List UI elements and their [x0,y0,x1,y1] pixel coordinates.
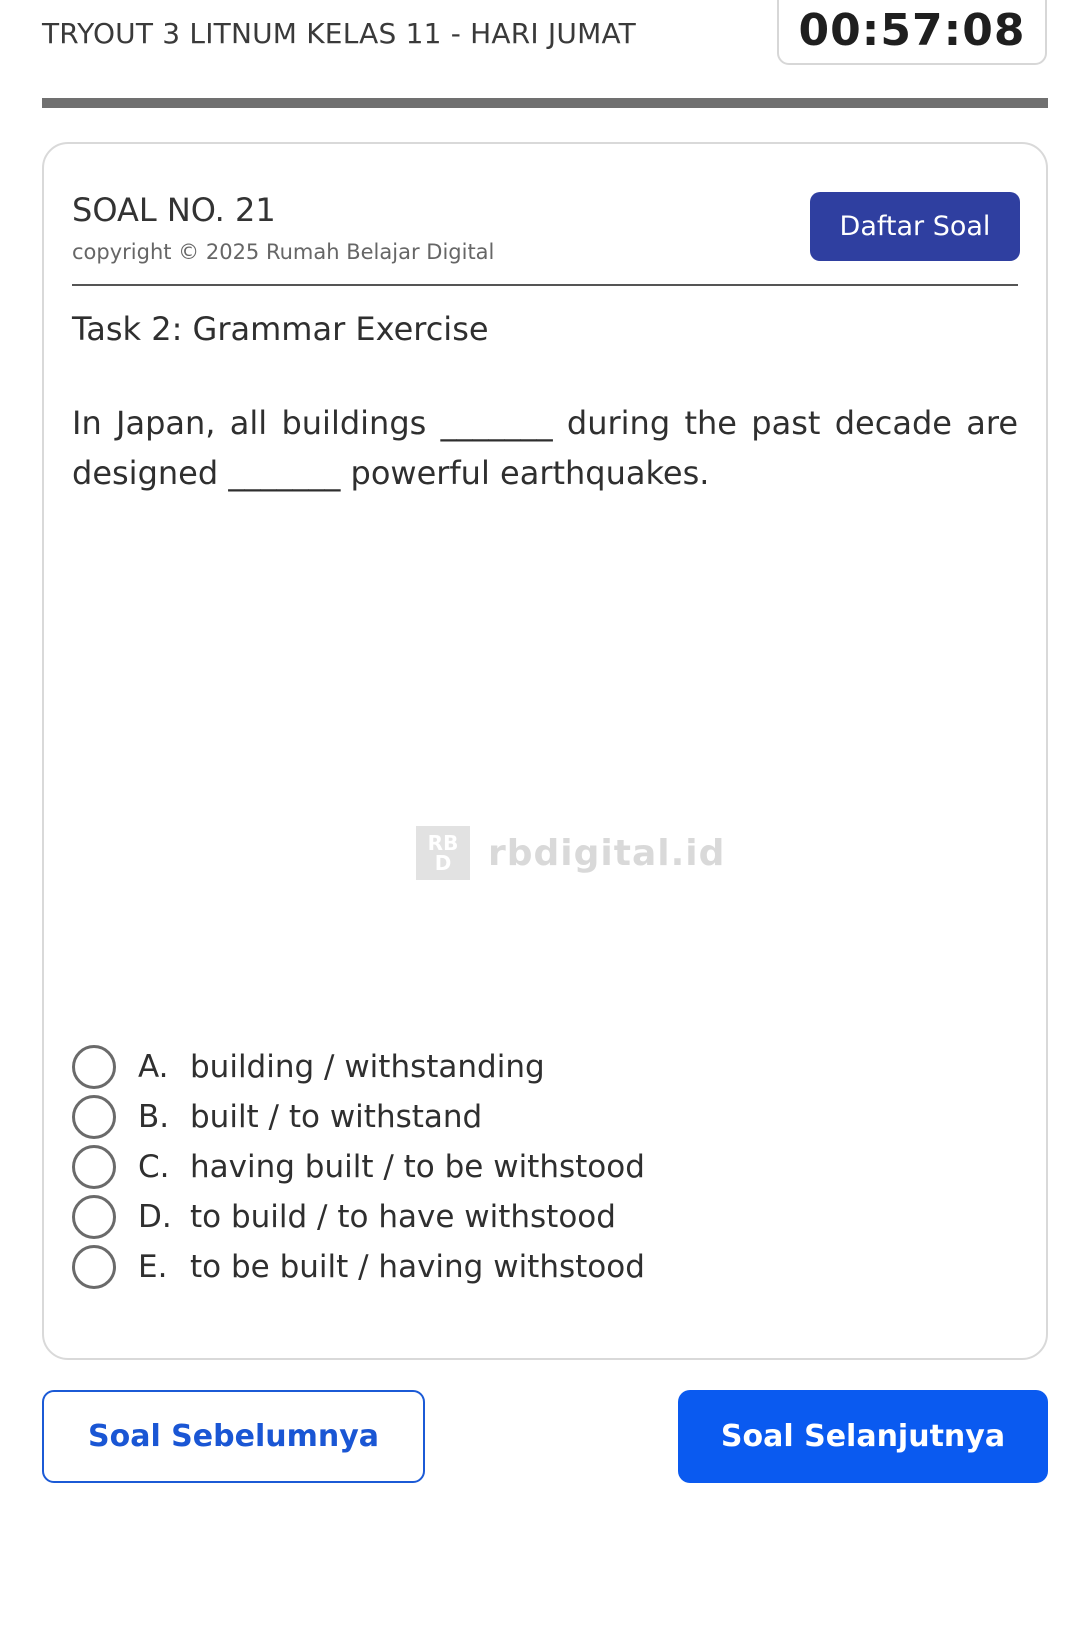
radio-icon[interactable] [72,1045,116,1089]
task-title: Task 2: Grammar Exercise [72,310,489,348]
option-b[interactable]: B. built / to withstand [72,1092,1012,1142]
option-a[interactable]: A. building / withstanding [72,1042,1012,1092]
exam-title: TRYOUT 3 LITNUM KELAS 11 - HARI JUMAT [42,17,636,50]
option-text: having built / to be withstood [190,1149,645,1185]
option-e[interactable]: E. to be built / having withstood [72,1242,1012,1292]
watermark-text: rbdigital.id [488,832,726,874]
option-text: to be built / having withstood [190,1249,645,1285]
question-list-button[interactable]: Daftar Soal [810,192,1020,261]
rbd-logo-icon: RB D [416,826,470,880]
option-letter: E. [138,1249,168,1285]
question-number: SOAL NO. 21 [72,191,276,229]
radio-icon[interactable] [72,1095,116,1139]
next-question-button[interactable]: Soal Selanjutnya [678,1390,1048,1483]
question-text: In Japan, all buildings _______ during t… [72,404,1018,492]
option-text: to build / to have withstood [190,1199,616,1235]
previous-question-button[interactable]: Soal Sebelumnya [42,1390,425,1483]
radio-icon[interactable] [72,1195,116,1239]
header-divider [72,284,1018,286]
option-d[interactable]: D. to build / to have withstood [72,1192,1012,1242]
countdown-timer: 00:57:08 [798,5,1026,56]
progress-divider [42,98,1048,108]
copyright-text: copyright © 2025 Rumah Belajar Digital [72,240,495,264]
option-letter: B. [138,1099,170,1135]
option-text: built / to withstand [190,1099,483,1135]
option-c[interactable]: C. having built / to be withstood [72,1142,1012,1192]
watermark: RB D rbdigital.id [416,826,725,880]
answer-options: A. building / withstanding B. built / to… [72,1042,1012,1292]
radio-icon[interactable] [72,1145,116,1189]
option-letter: A. [138,1049,169,1085]
radio-icon[interactable] [72,1245,116,1289]
question-card: SOAL NO. 21 copyright © 2025 Rumah Belaj… [42,142,1048,1360]
exam-page: TRYOUT 3 LITNUM KELAS 11 - HARI JUMAT 00… [0,0,1080,1638]
option-letter: D. [138,1199,172,1235]
timer-box: 00:57:08 [777,0,1047,65]
option-letter: C. [138,1149,170,1185]
option-text: building / withstanding [190,1049,545,1085]
logo-line-2: D [434,851,452,875]
logo-line-1: RB [427,831,459,855]
